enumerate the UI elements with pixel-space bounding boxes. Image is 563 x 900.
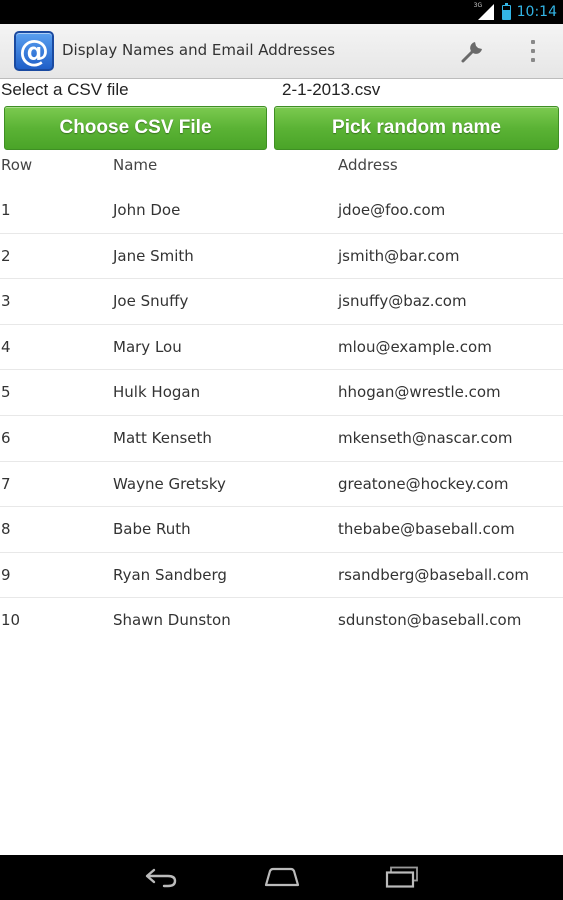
signal-icon: 3G [474,2,496,20]
row-number: 5 [1,383,11,402]
table-row[interactable]: 5 Hulk Hogan hhogan@wrestle.com [0,370,563,416]
status-icons: 3G 10:14 [474,0,557,24]
row-name: John Doe [113,201,181,219]
row-address: mkenseth@nascar.com [338,428,513,447]
row-name: Shawn Dunston [113,611,231,630]
pick-random-name-button[interactable]: Pick random name [274,106,559,150]
table-row[interactable]: 10 Shawn Dunston sdunston@baseball.com [0,598,563,644]
row-address: jsmith@bar.com [338,246,460,265]
row-address: jsnuffy@baz.com [338,292,467,311]
navigation-bar [0,855,563,900]
row-number: 7 [1,474,11,493]
row-name: Babe Ruth [113,520,191,539]
row-name: Hulk Hogan [113,383,201,402]
row-name: Matt Kenseth [113,428,212,447]
row-address: hhogan@wrestle.com [338,383,501,402]
app-title: Display Names and Email Addresses [62,41,336,59]
row-name: Jane Smith [113,246,194,265]
row-address: greatone@hockey.com [338,474,509,493]
contacts-table: Row Name Address 1 John Doe jdoe@foo.com… [0,152,563,644]
battery-icon [501,2,511,20]
action-bar: @ Display Names and Email Addresses [0,24,563,79]
row-address: rsandberg@baseball.com [338,565,529,584]
row-number: 8 [1,520,11,539]
table-row[interactable]: 2 Jane Smith jsmith@bar.com [0,234,563,280]
table-row[interactable]: 3 Joe Snuffy jsnuffy@baz.com [0,279,563,325]
header-address: Address [338,156,398,174]
home-icon[interactable] [262,863,302,891]
table-row[interactable]: 6 Matt Kenseth mkenseth@nascar.com [0,416,563,462]
recent-apps-icon[interactable] [383,863,423,891]
row-address: thebabe@baseball.com [338,520,515,539]
row-address: jdoe@foo.com [338,201,446,219]
row-name: Wayne Gretsky [113,474,226,493]
wrench-icon[interactable] [458,36,488,66]
row-address: mlou@example.com [338,337,492,356]
table-row[interactable]: 1 John Doe jdoe@foo.com [0,188,563,234]
row-number: 10 [1,611,21,630]
back-icon[interactable] [142,863,182,891]
row-name: Joe Snuffy [113,292,189,311]
row-number: 6 [1,428,11,447]
selected-file-name: 2-1-2013.csv [282,80,381,99]
table-row[interactable]: 9 Ryan Sandberg rsandberg@baseball.com [0,553,563,599]
app-icon[interactable]: @ [14,31,54,71]
row-number: 1 [1,201,11,219]
table-row[interactable]: 7 Wayne Gretsky greatone@hockey.com [0,462,563,508]
status-bar: 3G 10:14 [0,0,563,24]
row-name: Ryan Sandberg [113,565,227,584]
table-row[interactable]: 4 Mary Lou mlou@example.com [0,325,563,371]
row-name: Mary Lou [113,337,182,356]
table-header: Row Name Address [0,152,563,188]
choose-csv-button[interactable]: Choose CSV File [4,106,267,150]
header-name: Name [113,156,158,174]
row-number: 2 [1,246,11,265]
select-csv-label: Select a CSV file [1,80,129,99]
row-number: 3 [1,292,11,311]
clock: 10:14 [516,4,557,20]
row-number: 9 [1,565,11,584]
row-address: sdunston@baseball.com [338,611,522,630]
row-number: 4 [1,337,11,356]
header-row: Row [1,156,33,174]
overflow-menu-icon[interactable] [521,38,545,64]
network-type: 3G [473,2,483,9]
table-row[interactable]: 8 Babe Ruth thebabe@baseball.com [0,507,563,553]
